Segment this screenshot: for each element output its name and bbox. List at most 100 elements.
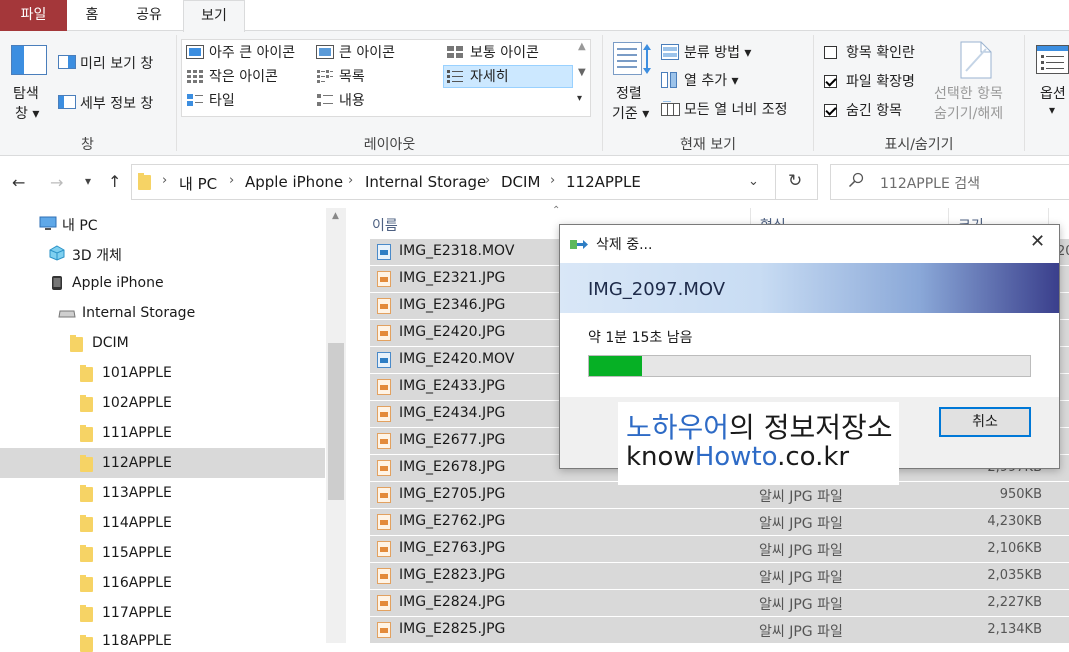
file-name[interactable]: IMG_E2678.JPG <box>399 459 505 475</box>
scroll-up-icon[interactable]: ▲ <box>332 211 339 221</box>
options-button[interactable]: 옵션 <box>1040 83 1066 103</box>
column-header-name[interactable]: 이름 <box>372 215 398 235</box>
address-dropdown-icon[interactable]: ⌄ <box>748 174 759 189</box>
hide-selected-button-line2[interactable]: 숨기기/해제 <box>934 103 1003 123</box>
file-name[interactable]: IMG_E2677.JPG <box>399 432 505 448</box>
nav-item-folder[interactable]: 102APPLE <box>102 395 172 411</box>
navigation-pane-button-line2[interactable]: 창 ▾ <box>15 103 39 123</box>
nav-item-folder-selected[interactable]: 112APPLE <box>102 455 172 471</box>
nav-item-folder[interactable]: 116APPLE <box>102 575 172 591</box>
file-extensions-checkbox[interactable] <box>824 75 837 88</box>
nav-item-internal-storage[interactable]: Internal Storage <box>82 305 195 321</box>
nav-item-this-pc[interactable]: 내 PC <box>62 215 98 235</box>
breadcrumb-dcim[interactable]: DCIM <box>501 173 540 191</box>
large-icons-icon <box>316 45 334 59</box>
navigation-pane-button[interactable]: 탐색 <box>13 83 39 103</box>
breadcrumb-separator-icon[interactable]: › <box>229 173 234 188</box>
layout-list[interactable]: 목록 <box>339 66 365 86</box>
jpg-file-icon <box>377 541 391 557</box>
sort-by-icon <box>613 42 653 78</box>
extra-large-icons-icon <box>186 45 204 59</box>
file-size: 950KB <box>999 487 1042 502</box>
breadcrumb-separator-icon[interactable]: › <box>550 173 555 188</box>
tab-share[interactable]: 공유 <box>118 0 180 31</box>
file-name[interactable]: IMG_E2823.JPG <box>399 567 505 583</box>
group-by-button[interactable]: 분류 방법 ▾ <box>684 42 751 62</box>
file-name[interactable]: IMG_E2346.JPG <box>399 297 505 313</box>
folder-icon <box>80 575 93 592</box>
file-name[interactable]: IMG_E2762.JPG <box>399 513 505 529</box>
layout-medium-icons[interactable]: 보통 아이콘 <box>470 42 539 62</box>
jpg-file-icon <box>377 325 391 341</box>
nav-item-folder[interactable]: 101APPLE <box>102 365 172 381</box>
layout-large-icons[interactable]: 큰 아이콘 <box>339 42 395 62</box>
breadcrumb-apple-iphone[interactable]: Apple iPhone <box>245 173 343 191</box>
layout-expand-icon[interactable]: ▾ <box>577 93 582 104</box>
sort-by-button-line2[interactable]: 기준 ▾ <box>612 103 649 123</box>
folder-icon <box>80 635 93 652</box>
hide-selected-button[interactable]: 선택한 항목 <box>934 83 1003 103</box>
nav-item-dcim[interactable]: DCIM <box>92 335 129 351</box>
tab-home[interactable]: 홈 <box>70 0 114 31</box>
cancel-button[interactable]: 취소 <box>939 407 1031 437</box>
layout-content[interactable]: 내용 <box>339 90 365 110</box>
recent-locations-icon[interactable]: ▾ <box>85 174 91 188</box>
nav-item-apple-iphone[interactable]: Apple iPhone <box>72 275 164 291</box>
breadcrumb-internal-storage[interactable]: Internal Storage <box>365 173 486 191</box>
breadcrumb-separator-icon[interactable]: › <box>348 173 353 188</box>
forward-arrow-icon[interactable]: → <box>50 173 63 192</box>
file-name[interactable]: IMG_E2763.JPG <box>399 540 505 556</box>
file-type: 알씨 JPG 파일 <box>759 516 843 532</box>
layout-details[interactable]: 자세히 <box>470 66 509 86</box>
back-arrow-icon[interactable]: ← <box>12 173 25 192</box>
layout-scroll-up-icon[interactable]: ▲ <box>578 41 586 52</box>
nav-item-folder[interactable]: 115APPLE <box>102 545 172 561</box>
tab-file[interactable]: 파일 <box>0 0 67 31</box>
storage-drive-icon <box>58 309 76 319</box>
up-arrow-icon[interactable]: ↑ <box>108 172 121 191</box>
nav-item-3d-objects[interactable]: 3D 개체 <box>72 245 122 265</box>
file-name[interactable]: IMG_E2824.JPG <box>399 594 505 610</box>
breadcrumb-112apple[interactable]: 112APPLE <box>566 173 641 191</box>
jpg-file-icon <box>377 487 391 503</box>
layout-small-icons[interactable]: 작은 아이콘 <box>209 66 278 86</box>
nav-item-folder[interactable]: 117APPLE <box>102 605 172 621</box>
watermark-subtitle: 의 정보저장소 <box>729 411 893 444</box>
layout-tiles[interactable]: 타일 <box>209 90 235 110</box>
file-name[interactable]: IMG_E2420.MOV <box>399 351 514 367</box>
breadcrumb-separator-icon[interactable]: › <box>485 173 490 188</box>
sort-by-button[interactable]: 정렬 <box>616 83 642 103</box>
file-name[interactable]: IMG_E2705.JPG <box>399 486 505 502</box>
nav-item-folder[interactable]: 118APPLE <box>102 633 172 649</box>
nav-scrollbar-thumb[interactable] <box>328 343 344 500</box>
search-input[interactable]: 112APPLE 검색 <box>880 173 980 193</box>
add-column-button[interactable]: 열 추가 ▾ <box>684 70 739 90</box>
navigation-pane-icon <box>11 45 47 75</box>
item-checkboxes-checkbox[interactable] <box>824 46 837 59</box>
close-icon[interactable]: ✕ <box>1030 231 1045 252</box>
breadcrumb-separator-icon[interactable]: › <box>162 173 167 188</box>
nav-item-folder[interactable]: 111APPLE <box>102 425 172 441</box>
file-name[interactable]: IMG_E2318.MOV <box>399 243 514 259</box>
hidden-items-checkbox[interactable] <box>824 104 837 117</box>
file-name[interactable]: IMG_E2433.JPG <box>399 378 505 394</box>
folder-icon <box>80 455 93 472</box>
fit-columns-button[interactable]: 모든 열 너비 조정 <box>684 99 788 119</box>
nav-item-folder[interactable]: 113APPLE <box>102 485 172 501</box>
nav-item-folder[interactable]: 114APPLE <box>102 515 172 531</box>
breadcrumb-this-pc[interactable]: 내 PC <box>179 173 217 194</box>
refresh-icon[interactable]: ↻ <box>788 171 802 191</box>
file-name[interactable]: IMG_E2825.JPG <box>399 621 505 637</box>
file-name[interactable]: IMG_E2321.JPG <box>399 270 505 286</box>
layout-scroll-down-icon[interactable]: ▼ <box>578 67 586 78</box>
layout-extra-large-icons[interactable]: 아주 큰 아이콘 <box>209 42 295 62</box>
medium-icons-icon <box>446 45 464 59</box>
folder-icon <box>80 395 93 412</box>
folder-icon <box>80 365 93 382</box>
file-name[interactable]: IMG_E2420.JPG <box>399 324 505 340</box>
file-name[interactable]: IMG_E2434.JPG <box>399 405 505 421</box>
tab-view[interactable]: 보기 <box>183 0 245 32</box>
options-dropdown-icon[interactable]: ▾ <box>1049 103 1055 117</box>
details-pane-button[interactable]: 세부 정보 창 <box>80 93 153 113</box>
preview-pane-button[interactable]: 미리 보기 창 <box>80 53 153 73</box>
